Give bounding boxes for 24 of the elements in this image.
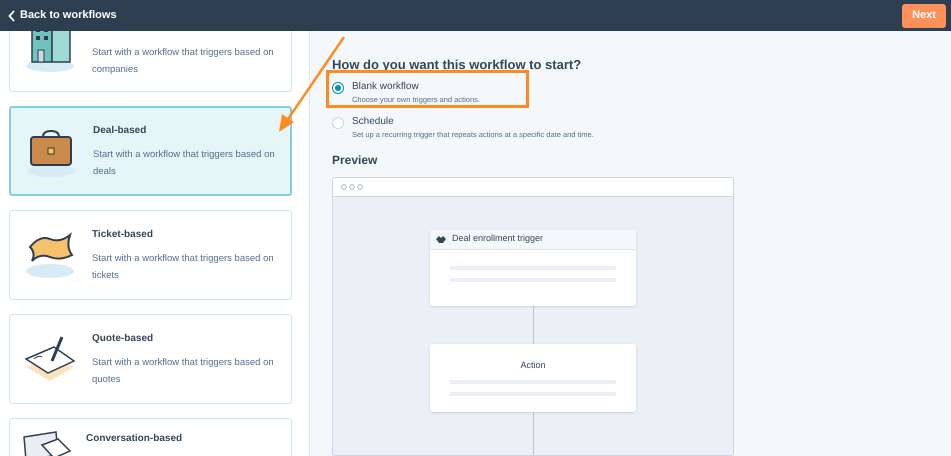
card-description: Start with a workflow that triggers based on tickets (92, 252, 275, 282)
envelope-icon (22, 431, 72, 456)
trigger-title: Deal enrollment trigger (452, 232, 544, 246)
workflow-type-card[interactable]: Deal-based Start with a workflow that triggers based on deals (9, 106, 292, 196)
card-title: Conversation-based (86, 432, 182, 446)
start-question: How do you want this workflow to start? (332, 56, 582, 74)
preview-heading: Preview (332, 152, 378, 168)
card-description: Start with a workflow that triggers based on deals (93, 148, 276, 178)
card-description: Start with a workflow that triggers based on quotes (92, 356, 275, 386)
window-dots-icon (341, 184, 365, 190)
workflow-type-card[interactable]: Start with a workflow that triggers based on companies (9, 31, 292, 92)
chevron-left-icon (8, 10, 16, 22)
workflow-type-card[interactable]: Ticket-based Start with a workflow that triggers based on tickets (9, 210, 292, 300)
card-title: Quote-based (92, 332, 154, 346)
radio-button[interactable] (332, 82, 344, 94)
card-title: Ticket-based (92, 228, 154, 242)
card-title: Deal-based (93, 124, 148, 138)
card-description: Start with a workflow that triggers based on companies (92, 46, 275, 77)
action-title: Action (520, 358, 546, 372)
option-label: Schedule (352, 116, 395, 128)
back-link[interactable]: Back to workflows (8, 7, 117, 24)
workflow-type-card[interactable]: Quote-based Start with a workflow that triggers based on quotes (9, 314, 292, 404)
workflow-type-card[interactable]: Conversation-based (9, 418, 292, 456)
option-label: Blank workflow (352, 80, 420, 92)
